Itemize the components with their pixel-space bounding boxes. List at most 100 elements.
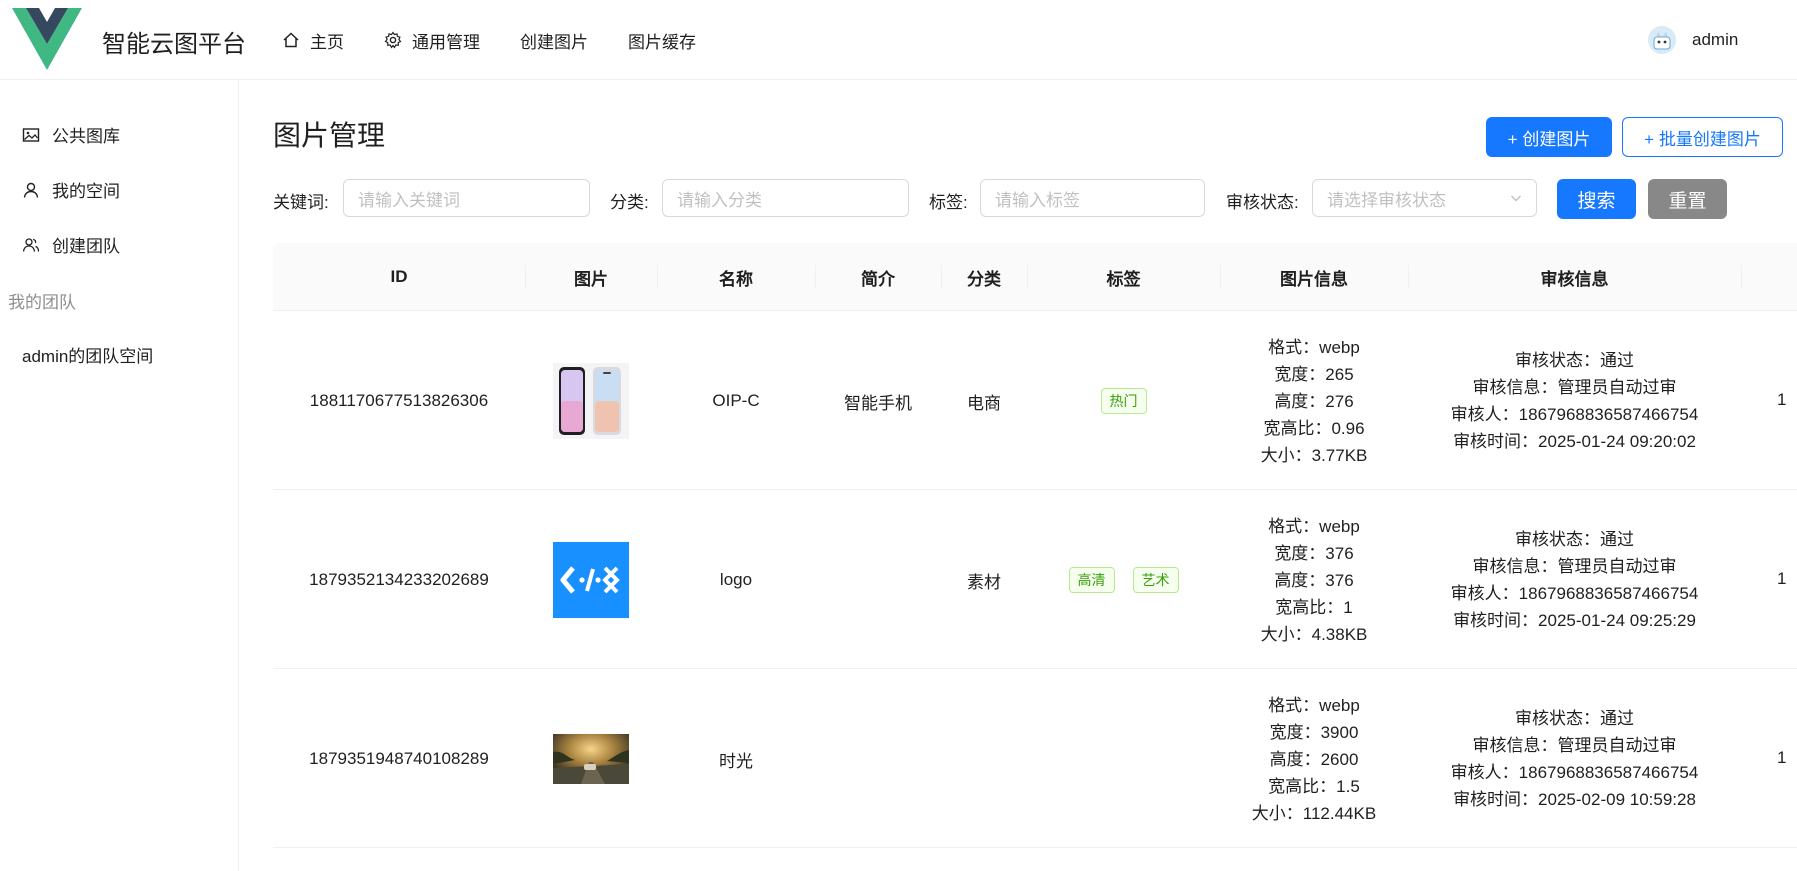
- sidebar-item-label: admin的团队空间: [22, 347, 154, 366]
- reset-button[interactable]: 重置: [1648, 179, 1727, 219]
- info-line: 大小：4.38KB: [1260, 624, 1368, 644]
- info-line: 大小：112.44KB: [1251, 803, 1377, 823]
- thumbnail-road-image[interactable]: [553, 734, 629, 784]
- review-line: 审核时间：2025-01-24 09:20:02: [1453, 432, 1696, 451]
- review-line: 审核信息：管理员自动过审: [1472, 378, 1677, 397]
- sidebar-item-create-team[interactable]: 创建团队: [22, 232, 120, 257]
- tags-input[interactable]: 请输入标签: [980, 179, 1205, 217]
- cell-overflow: 1: [1777, 748, 1787, 767]
- cell-name: logo: [719, 570, 753, 589]
- sidebar-group-my-teams: 我的团队: [8, 293, 76, 312]
- column-divider: [1741, 265, 1742, 289]
- nav-item-picture-cache[interactable]: 图片缓存: [608, 0, 716, 80]
- cell-name: OIP-C: [712, 391, 760, 410]
- review-status-label: 审核状态:: [1226, 193, 1299, 212]
- column-header-review-info: 审核信息: [1540, 269, 1609, 289]
- info-line: 宽高比：0.96: [1263, 418, 1365, 438]
- cell-category: 素材: [967, 572, 1001, 592]
- cell-id: 1879352134233202689: [309, 570, 489, 589]
- cell-tags: 高清 艺术: [1027, 491, 1220, 669]
- home-icon: [283, 32, 299, 48]
- cell-image-info: 格式：webp 宽度：3900 高度：2600 宽高比：1.5 大小：112.4…: [1220, 670, 1408, 848]
- info-line: 宽度：376: [1274, 543, 1354, 563]
- nav-item-general-admin[interactable]: 通用管理: [364, 0, 500, 80]
- sidebar-item-public-gallery[interactable]: 公共图库: [22, 122, 120, 147]
- avatar-image-icon: [1648, 26, 1676, 54]
- top-nav: 主页 通用管理 创建图片 图片缓存: [262, 0, 716, 80]
- nav-item-home[interactable]: 主页: [262, 0, 364, 80]
- cell-overflow: 1: [1777, 569, 1787, 588]
- gear-icon: [384, 31, 402, 49]
- cell-review-info: 审核状态：通过 审核信息：管理员自动过审 审核人：186796883658746…: [1408, 670, 1741, 848]
- user-menu[interactable]: admin: [1648, 26, 1738, 54]
- cell-review-info: 审核状态：通过 审核信息：管理员自动过审 审核人：186796883658746…: [1408, 491, 1741, 669]
- cell-intro: [815, 670, 941, 848]
- batch-create-picture-button[interactable]: + 批量创建图片: [1622, 117, 1783, 157]
- top-header: 智能云图平台 主页 通用管理 创建图片 图片缓存 admin: [0, 0, 1797, 80]
- column-header-intro: 简介: [861, 269, 895, 289]
- info-line: 高度：276: [1274, 391, 1354, 411]
- cell-tags: 热门: [1027, 312, 1220, 490]
- nav-item-label: 创建图片: [520, 32, 588, 52]
- cell-image: [525, 670, 657, 848]
- review-line: 审核信息：管理员自动过审: [1472, 736, 1677, 755]
- cell-id: 1879351948740108289: [309, 749, 489, 768]
- tags-label: 标签:: [929, 193, 968, 212]
- column-header-category: 分类: [967, 269, 1001, 289]
- info-line: 格式：webp: [1268, 695, 1360, 715]
- review-status-placeholder: 请选择审核状态: [1327, 190, 1446, 210]
- search-button[interactable]: 搜索: [1557, 179, 1636, 219]
- avatar[interactable]: [1648, 26, 1676, 54]
- cell-image-info: 格式：webp 宽度：265 高度：276 宽高比：0.96 大小：3.77KB: [1220, 312, 1408, 490]
- review-line: 审核状态：通过: [1515, 530, 1634, 549]
- brand-title[interactable]: 智能云图平台: [102, 24, 246, 59]
- vue-logo-icon[interactable]: [12, 8, 82, 70]
- sidebar-item-label: 我的空间: [52, 182, 120, 201]
- info-line: 宽高比：1.5: [1268, 776, 1360, 796]
- review-line: 审核时间：2025-01-24 09:25:29: [1453, 611, 1696, 630]
- category-placeholder: 请输入分类: [677, 190, 762, 210]
- info-line: 格式：webp: [1268, 337, 1360, 357]
- table-row: 1879352134233202689 logo 素材 高清 艺术 格式：web…: [273, 491, 1797, 669]
- table-row: 1881170677513826306 OIP-C 智能手机 电商 热门 格式：…: [273, 312, 1797, 490]
- nav-item-create-picture[interactable]: 创建图片: [500, 0, 608, 80]
- cell-category: 电商: [967, 393, 1001, 413]
- user-icon: [23, 182, 39, 198]
- cell-image-info: 格式：webp 宽度：376 高度：376 宽高比：1 大小：4.38KB: [1220, 491, 1408, 669]
- review-status-select[interactable]: 请选择审核状态: [1312, 179, 1537, 217]
- thumbnail-phones-image[interactable]: [553, 363, 629, 439]
- cell-intro: [815, 491, 941, 669]
- keyword-label: 关键词:: [273, 193, 329, 212]
- review-line: 审核人：1867968836587466754: [1450, 763, 1699, 782]
- info-line: 大小：3.77KB: [1260, 445, 1368, 465]
- thumbnail-logo-image[interactable]: [553, 542, 629, 618]
- tag-badge: 高清: [1068, 567, 1115, 593]
- sidebar-item-label: 创建团队: [52, 237, 120, 256]
- keyword-input[interactable]: 请输入关键词: [343, 179, 590, 217]
- sidebar-item-my-space[interactable]: 我的空间: [22, 177, 120, 202]
- column-header-image: 图片: [574, 269, 608, 289]
- nav-item-label: 图片缓存: [628, 32, 696, 52]
- picture-icon: [22, 127, 40, 142]
- username[interactable]: admin: [1692, 30, 1738, 50]
- review-line: 审核人：1867968836587466754: [1450, 584, 1699, 603]
- cell-tags: [1027, 670, 1220, 848]
- info-line: 高度：376: [1274, 570, 1354, 590]
- cell-id: 1881170677513826306: [309, 391, 489, 410]
- category-input[interactable]: 请输入分类: [662, 179, 909, 217]
- column-header-name: 名称: [719, 269, 753, 289]
- table-header: ID 图片 名称 简介 分类 标签 图片信息 审核信息: [273, 243, 1797, 311]
- review-line: 审核信息：管理员自动过审: [1472, 557, 1677, 576]
- cell-name: 时光: [719, 751, 753, 771]
- review-line: 审核状态：通过: [1515, 709, 1634, 728]
- column-header-image-info: 图片信息: [1280, 269, 1348, 289]
- tag-badge: 热门: [1100, 388, 1147, 414]
- sidebar-item-label: 公共图库: [52, 127, 120, 146]
- sidebar-item-team-space[interactable]: admin的团队空间: [22, 342, 153, 367]
- create-picture-button[interactable]: + 创建图片: [1486, 117, 1612, 157]
- team-icon: [22, 237, 40, 252]
- cell-review-info: 审核状态：通过 审核信息：管理员自动过审 审核人：186796883658746…: [1408, 312, 1741, 490]
- column-header-id: ID: [390, 267, 408, 286]
- cell-overflow: 1: [1777, 390, 1787, 409]
- review-line: 审核状态：通过: [1515, 351, 1634, 370]
